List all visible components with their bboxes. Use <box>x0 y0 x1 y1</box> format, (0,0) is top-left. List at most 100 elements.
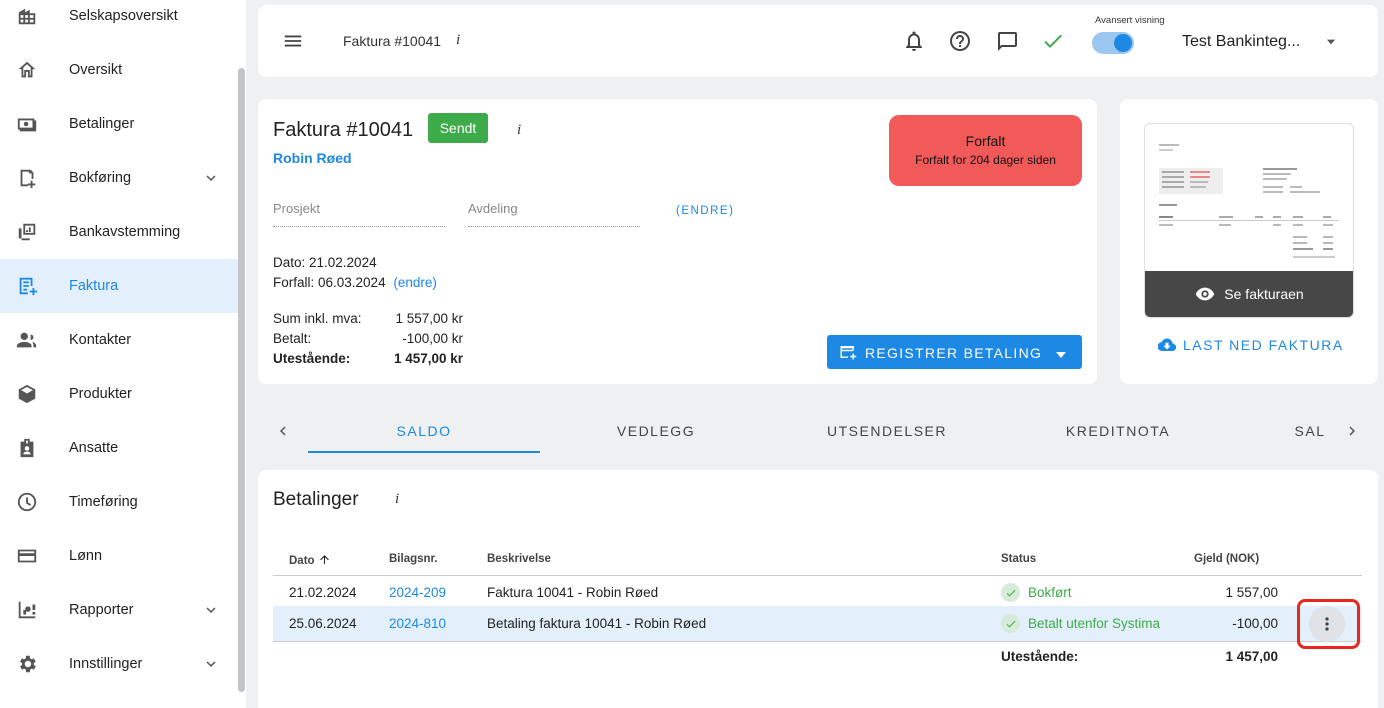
project-field[interactable]: Prosjekt <box>273 201 445 227</box>
invoice-title: Faktura #10041 <box>273 119 414 141</box>
chevron-right-icon[interactable] <box>1343 422 1361 440</box>
tab-vedlegg[interactable]: VEDLEGG <box>540 423 772 439</box>
sidebar-item-label: Rapporter <box>69 602 134 618</box>
edit-project-link[interactable]: (ENDRE) <box>676 205 734 217</box>
check-circle-icon <box>1001 614 1020 633</box>
sidebar-item-rapporter[interactable]: Rapporter <box>0 583 238 637</box>
info-icon[interactable]: i <box>456 32 460 49</box>
sidebar-item-label: Bokføring <box>69 170 132 186</box>
sidebar-item-label: Ansatte <box>69 440 119 456</box>
sidebar-item-oversikt[interactable]: Oversikt <box>0 43 238 97</box>
sidebar-item-betalinger[interactable]: Betalinger <box>0 97 238 151</box>
home-icon <box>15 58 39 82</box>
sidebar-item-produkter[interactable]: Produkter <box>0 367 238 421</box>
paid-value: -100,00 kr <box>402 331 463 346</box>
table-row[interactable]: 21.02.2024 2024-209 Faktura 10041 - Robi… <box>273 576 1362 610</box>
arrow-up-icon <box>319 555 329 564</box>
page-title: Faktura #10041 <box>343 33 442 49</box>
row-voucher-link[interactable]: 2024-810 <box>389 616 446 631</box>
reports-icon <box>15 598 39 622</box>
sum-value: 1 557,00 kr <box>395 311 463 326</box>
outstanding-label: Utestående: <box>273 351 351 366</box>
sidebar-item-label: Produkter <box>69 386 132 402</box>
register-payment-button[interactable]: REGISTRER BETALING <box>827 335 1082 369</box>
download-invoice-button[interactable]: LAST NED FAKTURA <box>1158 336 1344 354</box>
company-overview-icon <box>15 4 39 28</box>
sidebar-item-lonn[interactable]: Lønn <box>0 529 238 583</box>
row-description: Faktura 10041 - Robin Røed <box>487 585 659 600</box>
hamburger-menu-icon[interactable] <box>282 30 304 52</box>
row-status-label: Bokført <box>1028 585 1072 600</box>
row-voucher-link[interactable]: 2024-209 <box>389 585 446 600</box>
invoice-card: Faktura #10041 Sendt i Robin Røed Forfal… <box>258 99 1097 384</box>
sidebar-item-selskapsoversikt[interactable]: Selskapsoversikt <box>0 0 238 43</box>
total-outstanding-label: Utestående: <box>1001 649 1079 664</box>
tab-kreditnota[interactable]: KREDITNOTA <box>1002 423 1234 439</box>
invoice-icon <box>15 274 39 298</box>
company-selector[interactable]: Test Bankinteg... <box>1182 33 1300 51</box>
help-icon[interactable] <box>948 29 972 53</box>
row-date: 21.02.2024 <box>289 585 357 600</box>
download-invoice-label: LAST NED FAKTURA <box>1183 337 1344 353</box>
chevron-down-icon[interactable] <box>202 169 220 187</box>
chat-icon[interactable] <box>995 29 1019 53</box>
paid-label: Betalt: <box>273 331 312 346</box>
chevron-down-icon[interactable] <box>202 601 220 619</box>
column-header-voucher[interactable]: Bilagsnr. <box>389 553 438 565</box>
view-invoice-label: Se fakturaen <box>1224 286 1304 302</box>
sidebar-item-bankavstemming[interactable]: Bankavstemming <box>0 205 238 259</box>
sidebar-item-label: Betalinger <box>69 116 135 132</box>
total-outstanding-value: 1 457,00 <box>1225 649 1278 664</box>
advanced-view-toggle[interactable] <box>1092 32 1134 54</box>
sidebar-scrollbar[interactable] <box>238 68 245 692</box>
sidebar-item-ansatte[interactable]: Ansatte <box>0 421 238 475</box>
check-circle-icon <box>1001 583 1020 602</box>
overdue-subtitle: Forfalt for 204 dager siden <box>915 153 1056 167</box>
column-header-debt[interactable]: Gjeld (NOK) <box>1194 553 1259 565</box>
row-debt: 1 557,00 <box>1225 585 1278 600</box>
chevron-down-icon[interactable] <box>202 655 220 673</box>
sidebar-item-label: Kontakter <box>69 332 132 348</box>
customer-link[interactable]: Robin Røed <box>273 150 352 166</box>
invoice-thumbnail[interactable]: Se fakturaen <box>1144 123 1354 318</box>
row-more-options-button[interactable] <box>1309 606 1345 642</box>
column-header-status[interactable]: Status <box>1001 553 1036 565</box>
sidebar-item-label: Faktura <box>69 278 119 294</box>
department-field[interactable]: Avdeling <box>468 201 640 227</box>
bank-reconciliation-icon <box>15 220 39 244</box>
sidebar: Selskapsoversikt Oversikt Betalinger Bok… <box>0 0 246 708</box>
invoice-date: Dato: 21.02.2024 <box>273 255 377 270</box>
info-icon[interactable]: i <box>395 491 399 508</box>
column-header-description[interactable]: Beskrivelse <box>487 553 551 565</box>
tab-utsendelser[interactable]: UTSENDELSER <box>771 423 1003 439</box>
caret-down-icon[interactable] <box>1055 347 1067 358</box>
column-header-date[interactable]: Dato <box>289 553 331 567</box>
sidebar-item-bokforing[interactable]: Bokføring <box>0 151 238 205</box>
edit-due-date-link[interactable]: (endre) <box>393 275 437 290</box>
tab-saldo[interactable]: SALDO <box>308 423 540 439</box>
payment-card-icon <box>839 344 857 360</box>
sidebar-item-innstillinger[interactable]: Innstillinger <box>0 637 238 691</box>
payments-card: Betalinger i Dato Bilagsnr. Beskrivelse … <box>258 470 1378 708</box>
checkmark-icon[interactable] <box>1041 29 1065 53</box>
tab-sal[interactable]: SAL <box>1282 423 1338 439</box>
sidebar-item-label: Oversikt <box>69 62 123 78</box>
invoice-thumbnail-image <box>1159 144 1339 258</box>
sidebar-item-timeforing[interactable]: Timeføring <box>0 475 238 529</box>
invoice-due-date: Forfall: 06.03.2024 (endre) <box>273 275 437 290</box>
sidebar-item-kontakter[interactable]: Kontakter <box>0 313 238 367</box>
view-invoice-button[interactable]: Se fakturaen <box>1145 271 1353 317</box>
chevron-left-icon[interactable] <box>274 422 292 440</box>
table-row[interactable]: 25.06.2024 2024-810 Betaling faktura 100… <box>273 606 1362 642</box>
row-status: Bokført <box>1001 583 1072 602</box>
invoice-tabs: SALDO VEDLEGG UTSENDELSER KREDITNOTA SAL <box>258 406 1378 456</box>
invoice-preview-card: Se fakturaen LAST NED FAKTURA <box>1120 99 1378 384</box>
bookkeeping-icon <box>15 166 39 190</box>
due-date-text: Forfall: 06.03.2024 <box>273 275 386 290</box>
info-icon[interactable]: i <box>517 122 521 139</box>
bell-icon[interactable] <box>902 29 926 53</box>
top-bar: Faktura #10041 i Avansert visning Test B… <box>258 5 1378 77</box>
sidebar-item-faktura[interactable]: Faktura <box>0 259 238 313</box>
caret-down-icon[interactable] <box>1324 35 1338 49</box>
sidebar-item-label: Selskapsoversikt <box>69 8 178 24</box>
